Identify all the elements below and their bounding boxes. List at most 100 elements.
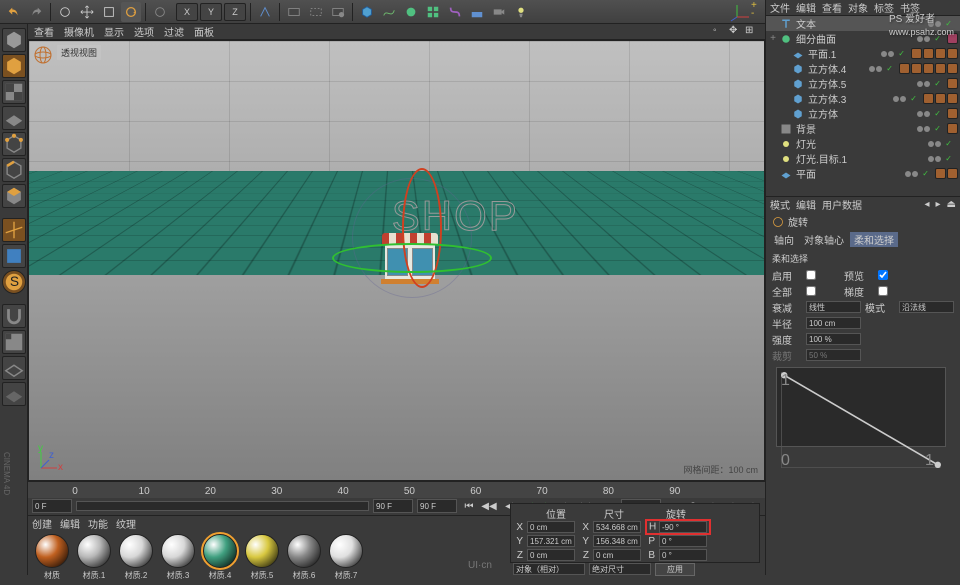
render-check-icon[interactable]: ✓: [945, 139, 952, 148]
array-icon[interactable]: [423, 2, 443, 22]
material-item[interactable]: 材质.7: [326, 534, 366, 581]
move-icon[interactable]: [77, 2, 97, 22]
size-z-input[interactable]: [593, 549, 641, 561]
snap-icon[interactable]: S: [2, 270, 26, 294]
light-icon[interactable]: [511, 2, 531, 22]
visibility-dots[interactable]: [881, 51, 894, 57]
make-editable-icon[interactable]: [2, 28, 26, 52]
render-check-icon[interactable]: ✓: [945, 154, 952, 163]
material-item[interactable]: 材质.1: [74, 534, 114, 581]
radius-input[interactable]: [806, 317, 861, 329]
redo-icon[interactable]: [26, 2, 46, 22]
scale-icon[interactable]: [99, 2, 119, 22]
goto-start-icon[interactable]: ⏮: [461, 499, 477, 513]
model-mode-icon[interactable]: [2, 54, 26, 78]
attr-next-icon[interactable]: ▸: [936, 199, 941, 210]
falloff-graph[interactable]: 011: [776, 367, 946, 447]
tag-icon[interactable]: [947, 48, 958, 59]
workplane-snap-icon[interactable]: [2, 330, 26, 354]
vmenu-camera[interactable]: 摄像机: [64, 24, 94, 39]
object-row[interactable]: 立方体✓: [766, 106, 960, 121]
visibility-dots[interactable]: [928, 156, 941, 162]
locked-workplane-icon[interactable]: [2, 356, 26, 380]
object-row[interactable]: 立方体.5✓: [766, 76, 960, 91]
axis-y-button[interactable]: Y: [200, 3, 222, 21]
mat-tab-edit[interactable]: 编辑: [60, 516, 80, 530]
apply-button[interactable]: 应用: [655, 563, 695, 576]
pos-x-input[interactable]: [527, 521, 575, 533]
spline-icon[interactable]: [379, 2, 399, 22]
last-tool-icon[interactable]: [150, 2, 170, 22]
pos-z-input[interactable]: [527, 549, 575, 561]
render-settings-icon[interactable]: [328, 2, 348, 22]
render-view-icon[interactable]: [284, 2, 304, 22]
visibility-dots[interactable]: [869, 66, 882, 72]
render-check-icon[interactable]: ✓: [934, 79, 941, 88]
workplane-icon[interactable]: [2, 106, 26, 130]
object-row[interactable]: 平面.1✓: [766, 46, 960, 61]
subtab-objaxis[interactable]: 对象轴心: [800, 232, 848, 247]
render-check-icon[interactable]: ✓: [934, 109, 941, 118]
attr-home-icon[interactable]: ⏏: [947, 199, 956, 210]
render-check-icon[interactable]: ✓: [910, 94, 917, 103]
attrtab-edit[interactable]: 编辑: [796, 197, 816, 212]
attrtab-userdata[interactable]: 用户数据: [822, 197, 862, 212]
timeline-end-input[interactable]: [373, 499, 413, 513]
vmenu-panel[interactable]: 面板: [194, 24, 214, 39]
rotate-icon[interactable]: [121, 2, 141, 22]
perspective-viewport[interactable]: 透视视图 SHOP yxz: [28, 40, 765, 481]
vmenu-options[interactable]: 选项: [134, 24, 154, 39]
mat-tab-create[interactable]: 创建: [32, 516, 52, 530]
vp-nav2-icon[interactable]: ✥: [729, 25, 743, 39]
timeline-ruler[interactable]: 0 10 20 30 40 50 60 70 80 90: [28, 482, 765, 498]
render-check-icon[interactable]: ✓: [898, 49, 905, 58]
vmenu-filter[interactable]: 过滤: [164, 24, 184, 39]
tag-icon[interactable]: [935, 93, 946, 104]
undo-icon[interactable]: [4, 2, 24, 22]
strength-input[interactable]: [806, 333, 861, 345]
visibility-dots[interactable]: [917, 111, 930, 117]
deformer-icon[interactable]: [445, 2, 465, 22]
tag-icon[interactable]: [947, 93, 958, 104]
visibility-dots[interactable]: [917, 81, 930, 87]
edge-mode-icon[interactable]: [2, 158, 26, 182]
render-region-icon[interactable]: [306, 2, 326, 22]
tag-icon[interactable]: [911, 48, 922, 59]
poly-mode-icon[interactable]: [2, 184, 26, 208]
mode-select[interactable]: [899, 301, 954, 313]
prev-key-icon[interactable]: ◀◀: [481, 499, 497, 513]
coord-sys-icon[interactable]: [255, 2, 275, 22]
planar-workplane-icon[interactable]: [2, 382, 26, 406]
mat-tab-tex[interactable]: 纹理: [116, 516, 136, 530]
rot-p-input[interactable]: [659, 535, 707, 547]
tag-icon[interactable]: [947, 168, 958, 179]
timeline-end2-input[interactable]: [417, 499, 457, 513]
prim-cube-icon[interactable]: [357, 2, 377, 22]
object-row[interactable]: 背景✓: [766, 121, 960, 136]
timeline-start-input[interactable]: [32, 499, 72, 513]
material-item[interactable]: 材质.5: [242, 534, 282, 581]
tag-icon[interactable]: [935, 168, 946, 179]
subtab-axis[interactable]: 轴向: [770, 232, 798, 247]
subtab-softsel[interactable]: 柔和选择: [850, 232, 898, 247]
render-check-icon[interactable]: ✓: [934, 124, 941, 133]
size-x-input[interactable]: [593, 521, 641, 533]
timeline-scrollbar[interactable]: [76, 501, 369, 511]
visibility-dots[interactable]: [893, 96, 906, 102]
preview-checkbox[interactable]: [878, 270, 888, 280]
render-check-icon[interactable]: ✓: [886, 64, 893, 73]
objtab-edit[interactable]: 编辑: [796, 0, 816, 15]
objtab-obj[interactable]: 对象: [848, 0, 868, 15]
tag-icon[interactable]: [899, 63, 910, 74]
material-item[interactable]: 材质: [32, 534, 72, 581]
object-row[interactable]: 灯光.目标.1✓: [766, 151, 960, 166]
objtab-file[interactable]: 文件: [770, 0, 790, 15]
tag-icon[interactable]: [935, 63, 946, 74]
coord-sizemode-select[interactable]: [589, 563, 651, 575]
vp-nav3-icon[interactable]: ⊞: [745, 25, 759, 39]
axis-z-button[interactable]: Z: [224, 3, 246, 21]
attrtab-mode[interactable]: 模式: [770, 197, 790, 212]
point-mode-icon[interactable]: [2, 132, 26, 156]
vmenu-view[interactable]: 查看: [34, 24, 54, 39]
tag-icon[interactable]: [947, 108, 958, 119]
